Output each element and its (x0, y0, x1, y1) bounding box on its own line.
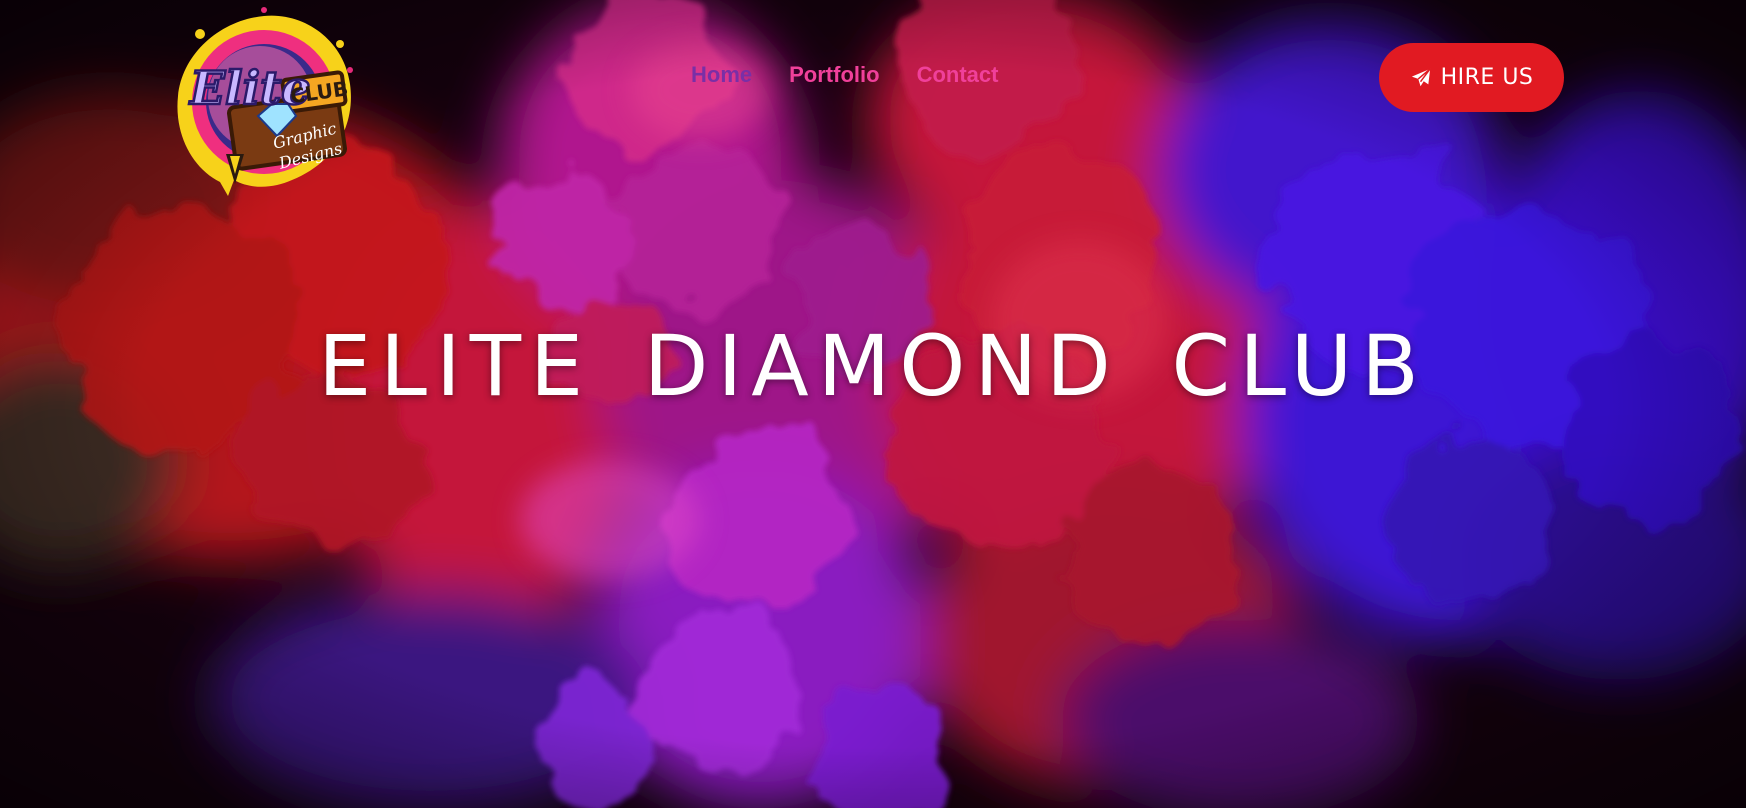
hire-us-button[interactable]: HIRE US (1379, 43, 1564, 112)
main-nav: Home Portfolio Contact (691, 60, 998, 90)
nav-portfolio-link[interactable]: Portfolio (789, 60, 879, 90)
nav-home-link[interactable]: Home (691, 60, 752, 90)
hire-us-label: HIRE US (1440, 65, 1534, 90)
page-bottom-edge (0, 808, 1746, 812)
elite-club-logo[interactable]: Elite CLUB Graphic Designs (164, 4, 364, 200)
paper-plane-icon (1411, 67, 1431, 86)
hero-section: Elite CLUB Graphic Designs Home Portfoli… (0, 0, 1746, 812)
hero-title: ELITE DIAMOND CLUB (318, 317, 1428, 415)
nav-contact-link[interactable]: Contact (917, 60, 999, 90)
